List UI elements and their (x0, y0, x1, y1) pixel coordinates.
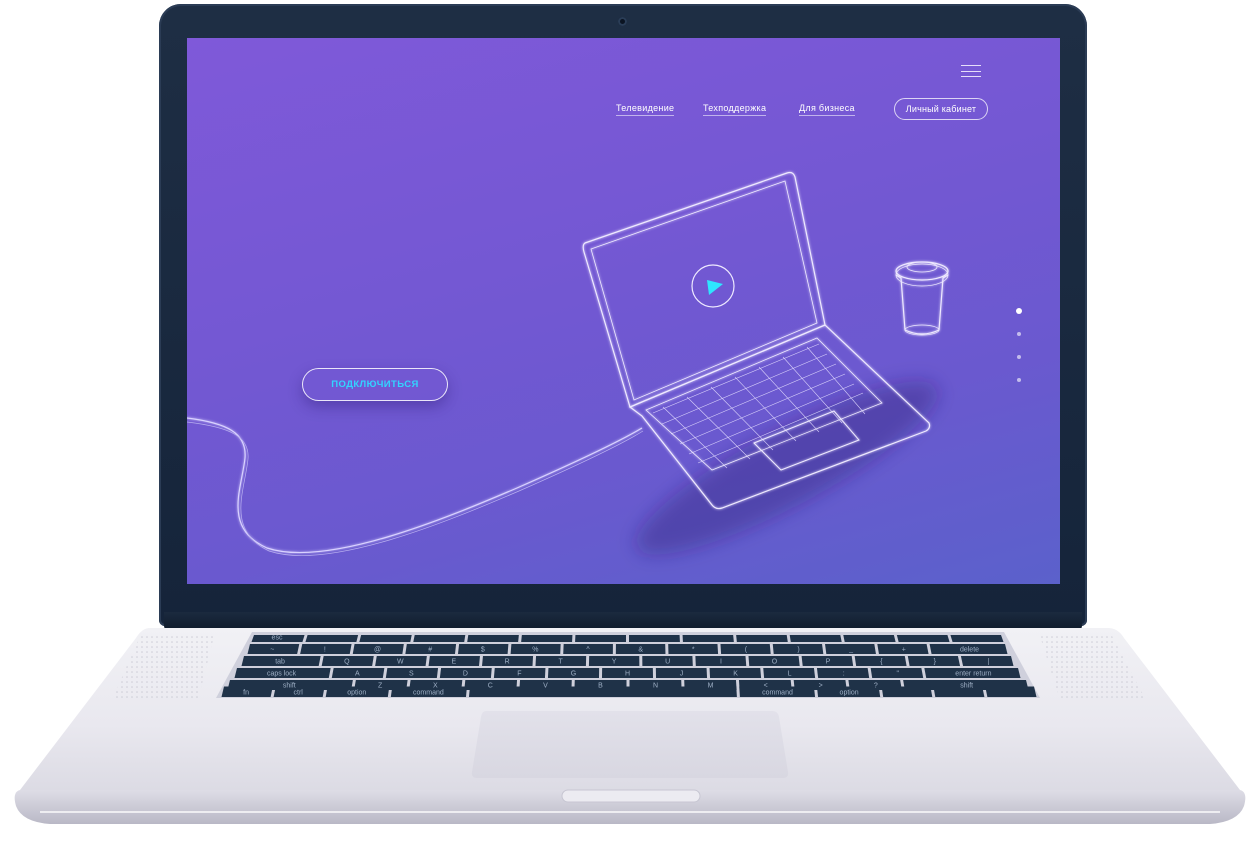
keyboard-key-label: ctrl (294, 690, 304, 697)
keyboard-key-label: ! (324, 647, 326, 654)
coffee-cup-icon (895, 261, 949, 336)
keyboard-key-label: R (505, 659, 510, 666)
keyboard-key (933, 686, 985, 697)
lid-notch (561, 789, 701, 803)
slider-dot-3[interactable] (1017, 355, 1021, 359)
keyboard-key-label: shift (960, 683, 973, 690)
keyboard-key-label: ~ (270, 647, 274, 654)
keyboard-key (467, 635, 519, 642)
keyboard-key-label: Q (344, 659, 350, 666)
keyboard-key-label: P (826, 659, 831, 666)
keyboard-key-label: A (355, 671, 360, 678)
slider-dot-4[interactable] (1017, 378, 1021, 382)
keyboard-key-label: D (463, 671, 468, 678)
keyboard-key-label: C (488, 683, 493, 690)
keyboard-key-label: : (843, 671, 845, 678)
keyboard-key (881, 686, 933, 697)
play-triangle (707, 280, 723, 295)
laptop-device: Телевидение Техподдержка Для бизнеса Лич… (0, 0, 1258, 846)
hamburger-menu-icon[interactable] (961, 65, 981, 77)
keyboard-key (521, 635, 573, 642)
keyboard-key (789, 635, 842, 642)
nav-link-tv[interactable]: Телевидение (616, 103, 675, 116)
keyboard-key-label: ? (874, 683, 878, 690)
keyboard-key (682, 635, 734, 642)
keyboard-key-label: tab (275, 659, 285, 666)
connect-button[interactable]: ПОДКЛЮЧИТЬСЯ (302, 368, 448, 401)
keyboard-key (843, 635, 896, 642)
keyboard-key (575, 635, 626, 642)
keyboard-key-label: Z (378, 683, 383, 690)
keyboard-key (305, 635, 359, 642)
keyboard-key-label: _ (848, 647, 853, 654)
website-screen: Телевидение Техподдержка Для бизнеса Лич… (187, 38, 1060, 584)
keyboard-key-label: enter return (955, 671, 991, 678)
keyboard-key (413, 635, 466, 642)
keyboard-key-label: F (517, 671, 521, 678)
keyboard-key-label: M (708, 683, 714, 690)
keyboard-key-label: E (451, 659, 456, 666)
keyboard-key-label: + (902, 647, 906, 654)
keyboard-key (359, 635, 412, 642)
keyboard-key-label: X (433, 683, 438, 690)
speaker-left-icon (112, 636, 214, 700)
keyboard-key (985, 686, 1037, 697)
keyboard-key-label: option (840, 690, 859, 697)
keyboard-key-label: | (987, 659, 989, 666)
keyboard-keys (221, 635, 1037, 697)
keyboard-key-label: caps lock (267, 671, 297, 678)
keyboard-key-label: G (571, 671, 576, 678)
slider-dot-2[interactable] (1017, 332, 1021, 336)
keyboard-key-label: ) (797, 647, 799, 654)
keyboard-key (629, 635, 680, 642)
keyboard-key-label: B (598, 683, 603, 690)
keyboard-key-label: H (625, 671, 630, 678)
cable-line (187, 417, 643, 554)
keyboard-key-label: command (413, 690, 444, 697)
keyboard-key-label: N (653, 683, 658, 690)
keyboard-key-label: > (819, 683, 823, 690)
keyboard-key-label: command (762, 690, 793, 697)
keyboard-key-label: K (733, 671, 738, 678)
keyboard-key-label: @ (374, 647, 381, 654)
nav-link-support[interactable]: Техподдержка (703, 103, 767, 116)
keyboard-key (896, 635, 950, 642)
keyboard-key-label: J (680, 671, 684, 678)
laptop-base: esc~! @ # $% ^ & *() _ + deletetab Q W E R T Y U I O P{} |ca… (14, 628, 1246, 824)
keyboard-key-label: & (638, 647, 643, 654)
slider-dot-1-active[interactable] (1016, 308, 1022, 314)
account-button[interactable]: Личный кабинет (894, 98, 988, 120)
keyboard-key-label: fn (243, 690, 249, 697)
keyboard-key-label: $ (481, 647, 485, 654)
keyboard-key (736, 635, 788, 642)
webcam-icon (618, 17, 627, 26)
keyboard-key-label: I (720, 659, 722, 666)
keyboard-key-label: < (764, 683, 768, 690)
keyboard-key-label: T (559, 659, 564, 666)
laptop-lid: Телевидение Техподдержка Для бизнеса Лич… (159, 4, 1087, 626)
keyboard-key-label: * (692, 647, 695, 654)
keyboard-key-label: S (409, 671, 414, 678)
keyboard-key-label: U (665, 659, 670, 666)
keyboard-key-label: O (772, 659, 778, 666)
keyboard-key-label: delete (960, 647, 979, 654)
nav-link-business[interactable]: Для бизнеса (799, 103, 855, 116)
trackpad (471, 711, 789, 778)
keyboard-key-label: esc (272, 635, 283, 642)
keyboard-key-label: option (347, 690, 366, 697)
keyboard-key-label: W (397, 659, 404, 666)
keyboard-key-label: Y (612, 659, 617, 666)
keyboard-key-label: shift (283, 683, 296, 690)
keyboard-key-label: V (543, 683, 548, 690)
keyboard-key-label: L (788, 671, 792, 678)
keyboard-key (468, 686, 737, 697)
keyboard-key-label: # (428, 647, 432, 654)
keyboard-key-label: % (532, 647, 538, 654)
keyboard-key (950, 635, 1004, 642)
